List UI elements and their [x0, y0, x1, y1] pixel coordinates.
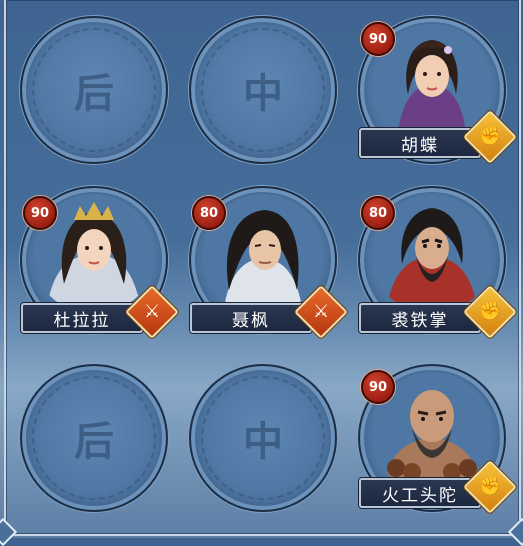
formation-slot-middle[interactable]: 中: [189, 16, 337, 164]
slot-glyph: 中: [243, 71, 283, 117]
slot-glyph: 中: [243, 419, 283, 465]
hero-name-plate: 火工头陀: [359, 478, 481, 508]
formation-slot-back[interactable]: 后: [20, 364, 168, 512]
formation-slot-middle[interactable]: 中: [189, 364, 337, 512]
hero-name-plate: 胡蝶: [359, 128, 481, 158]
formation-slot-back[interactable]: 后: [20, 16, 168, 164]
hero-name-plate: 裘铁掌: [359, 303, 481, 333]
frame-corner-ornament: [507, 517, 523, 546]
hero-level-badge: 80: [192, 196, 226, 230]
hero-level-badge: 80: [361, 196, 395, 230]
hero-name-plate: 杜拉拉: [21, 303, 143, 333]
hero-level-badge: 90: [361, 370, 395, 404]
slot-glyph: 后: [74, 419, 114, 465]
hero-level-badge: 90: [23, 196, 57, 230]
slot-glyph: 后: [74, 71, 114, 117]
frame-corner-ornament: [0, 517, 18, 546]
hero-name-plate: 聂枫: [190, 303, 312, 333]
hero-level-badge: 90: [361, 22, 395, 56]
